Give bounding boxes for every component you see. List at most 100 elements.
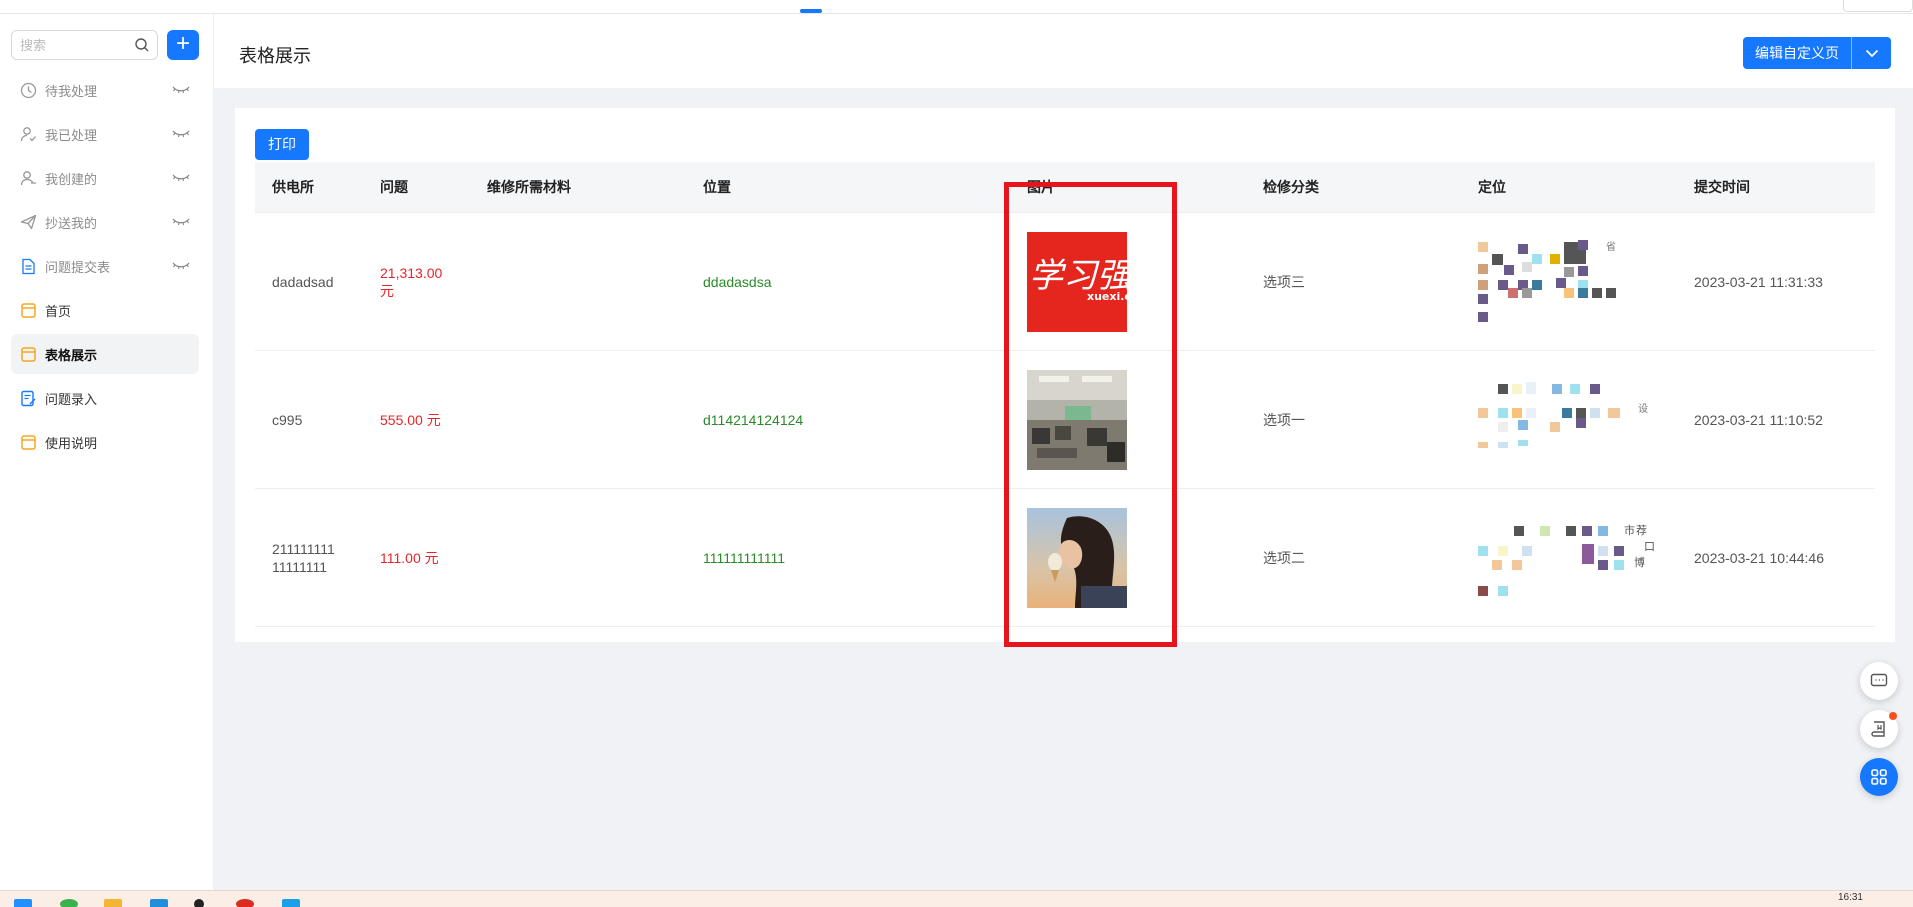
column-header[interactable]: 问题: [380, 162, 408, 213]
eye-closed-icon[interactable]: [171, 84, 191, 96]
sidebar-item-pending[interactable]: 待我处理: [11, 70, 199, 110]
chat-button[interactable]: [1860, 662, 1898, 700]
os-taskbar: 16:31: [0, 890, 1913, 907]
app-icon[interactable]: [60, 899, 78, 907]
table-card: 打印 供电所 问题 维修所需材料 位置 图片 检修分类 定位 提交时间 dada…: [235, 108, 1895, 642]
submit-time-cell: 2023-03-21 11:10:52: [1694, 412, 1823, 428]
table-row[interactable]: c995 555.00 元 d114214124124 选项一 设 2023-0…: [255, 352, 1875, 489]
search-box[interactable]: [11, 30, 158, 60]
page-header: 表格展示 编辑自定义页: [214, 14, 1913, 88]
problem-amount-cell: 111.00 元: [380, 550, 439, 566]
search-input[interactable]: [20, 31, 130, 59]
chevron-down-icon: [1865, 49, 1878, 57]
map-label: 省: [1606, 240, 1616, 253]
row-image-thumbnail[interactable]: [1027, 370, 1127, 470]
document-icon: [19, 257, 37, 275]
map-label: 市: [1624, 523, 1635, 537]
active-tab-indicator: [800, 9, 822, 13]
sidebar: + 待我处理 我已处理 我创建的 抄送我的 问题提交表: [0, 14, 214, 890]
xuexi-logo-image: 学习强国 xuexi.cn: [1027, 232, 1127, 332]
edit-custom-page-label[interactable]: 编辑自定义页: [1743, 37, 1851, 69]
station-cell: c995: [272, 412, 303, 428]
send-icon: [19, 213, 37, 231]
eye-closed-icon[interactable]: [171, 172, 191, 184]
location-cell: 111111111111: [703, 550, 786, 566]
plus-icon: +: [175, 30, 190, 57]
form-icon: [19, 389, 37, 407]
edit-custom-page-button[interactable]: 编辑自定义页: [1743, 37, 1891, 69]
location-cell: ddadasdsa: [703, 274, 772, 290]
eye-closed-icon[interactable]: [171, 216, 191, 228]
sidebar-item-label: 首页: [45, 303, 72, 319]
sidebar-item-label: 我已处理: [45, 127, 98, 143]
page-title: 表格展示: [239, 46, 311, 66]
taskbar-clock[interactable]: 16:31: [1838, 892, 1863, 903]
portrait-photo: [1027, 508, 1127, 608]
station-cell: 211111111 11111111: [272, 541, 335, 575]
table-header: 供电所 问题 维修所需材料 位置 图片 检修分类 定位 提交时间: [255, 162, 1875, 213]
map-label: 博: [1634, 556, 1645, 569]
top-right-control[interactable]: [1843, 0, 1913, 12]
windows-start-icon[interactable]: [14, 899, 32, 907]
sidebar-item-label: 待我处理: [45, 83, 98, 99]
edit-dropdown-button[interactable]: [1851, 37, 1891, 69]
add-button[interactable]: +: [167, 30, 199, 60]
sidebar-item-created[interactable]: 我创建的: [11, 158, 199, 198]
row-image-thumbnail[interactable]: [1027, 508, 1127, 608]
column-header[interactable]: 位置: [703, 162, 731, 213]
sidebar-item-processed[interactable]: 我已处理: [11, 114, 199, 154]
user-check-icon: [19, 125, 37, 143]
sidebar-item-instructions[interactable]: 使用说明: [11, 422, 199, 462]
print-button[interactable]: 打印: [255, 129, 309, 160]
sidebar-item-cc[interactable]: 抄送我的: [11, 202, 199, 242]
apps-button[interactable]: [1860, 758, 1898, 796]
map-label: 口: [1644, 541, 1655, 553]
user-icon: [19, 169, 37, 187]
app-icon[interactable]: [236, 899, 254, 907]
problem-amount-cell: 555.00 元: [380, 412, 441, 428]
column-header[interactable]: 维修所需材料: [487, 162, 571, 213]
category-cell: 选项一: [1263, 412, 1305, 428]
sidebar-nav: 待我处理 我已处理 我创建的 抄送我的 问题提交表 首页 表格展示 问题录入 使…: [11, 70, 199, 466]
folder-icon[interactable]: [104, 899, 122, 907]
column-header[interactable]: 检修分类: [1263, 162, 1319, 213]
notification-button[interactable]: [1860, 710, 1898, 748]
sidebar-item-problem-entry[interactable]: 问题录入: [11, 378, 199, 418]
pixelated-map-image[interactable]: 市 荐 口 博: [1478, 508, 1658, 608]
map-label: 设: [1638, 403, 1648, 415]
pixelated-map-image[interactable]: 省: [1478, 232, 1658, 332]
clock-icon: [19, 81, 37, 99]
column-header[interactable]: 图片: [1027, 162, 1055, 213]
pixelated-map-image[interactable]: 设: [1478, 370, 1658, 470]
map-label: 荐: [1636, 524, 1647, 537]
sidebar-item-submit-form[interactable]: 问题提交表: [11, 246, 199, 286]
app-icon[interactable]: [150, 899, 168, 907]
column-header[interactable]: 定位: [1478, 162, 1506, 213]
column-header[interactable]: 供电所: [272, 162, 314, 213]
search-icon[interactable]: [134, 37, 150, 53]
table-row[interactable]: 211111111 11111111 111.00 元 111111111111…: [255, 490, 1875, 627]
eye-closed-icon[interactable]: [171, 260, 191, 272]
table-row[interactable]: dadadsad 21,313.00 元 ddadasdsa 学习强国 xuex…: [255, 214, 1875, 351]
eye-closed-icon[interactable]: [171, 128, 191, 140]
logo-domain-text: xuexi.cn: [1087, 290, 1127, 303]
sidebar-item-label: 我创建的: [45, 171, 98, 187]
problem-amount-cell: 21,313.00 元: [380, 265, 443, 299]
sidebar-item-label: 问题录入: [45, 391, 98, 407]
chat-icon: [1870, 673, 1888, 687]
sidebar-item-label: 使用说明: [45, 435, 98, 451]
sidebar-item-table-display[interactable]: 表格展示: [11, 334, 199, 374]
page-icon: [19, 433, 37, 451]
sidebar-item-label: 问题提交表: [45, 259, 111, 275]
page-icon: [19, 301, 37, 319]
station-cell: dadadsad: [272, 274, 334, 290]
category-cell: 选项二: [1263, 550, 1305, 566]
classroom-photo: [1027, 370, 1127, 470]
app-icon[interactable]: [194, 899, 204, 907]
location-cell: d114214124124: [703, 412, 804, 428]
sidebar-item-home[interactable]: 首页: [11, 290, 199, 330]
row-image-thumbnail[interactable]: 学习强国 xuexi.cn: [1027, 232, 1127, 332]
column-header[interactable]: 提交时间: [1694, 162, 1750, 213]
sidebar-item-label: 抄送我的: [45, 215, 98, 231]
app-icon[interactable]: [282, 899, 300, 907]
